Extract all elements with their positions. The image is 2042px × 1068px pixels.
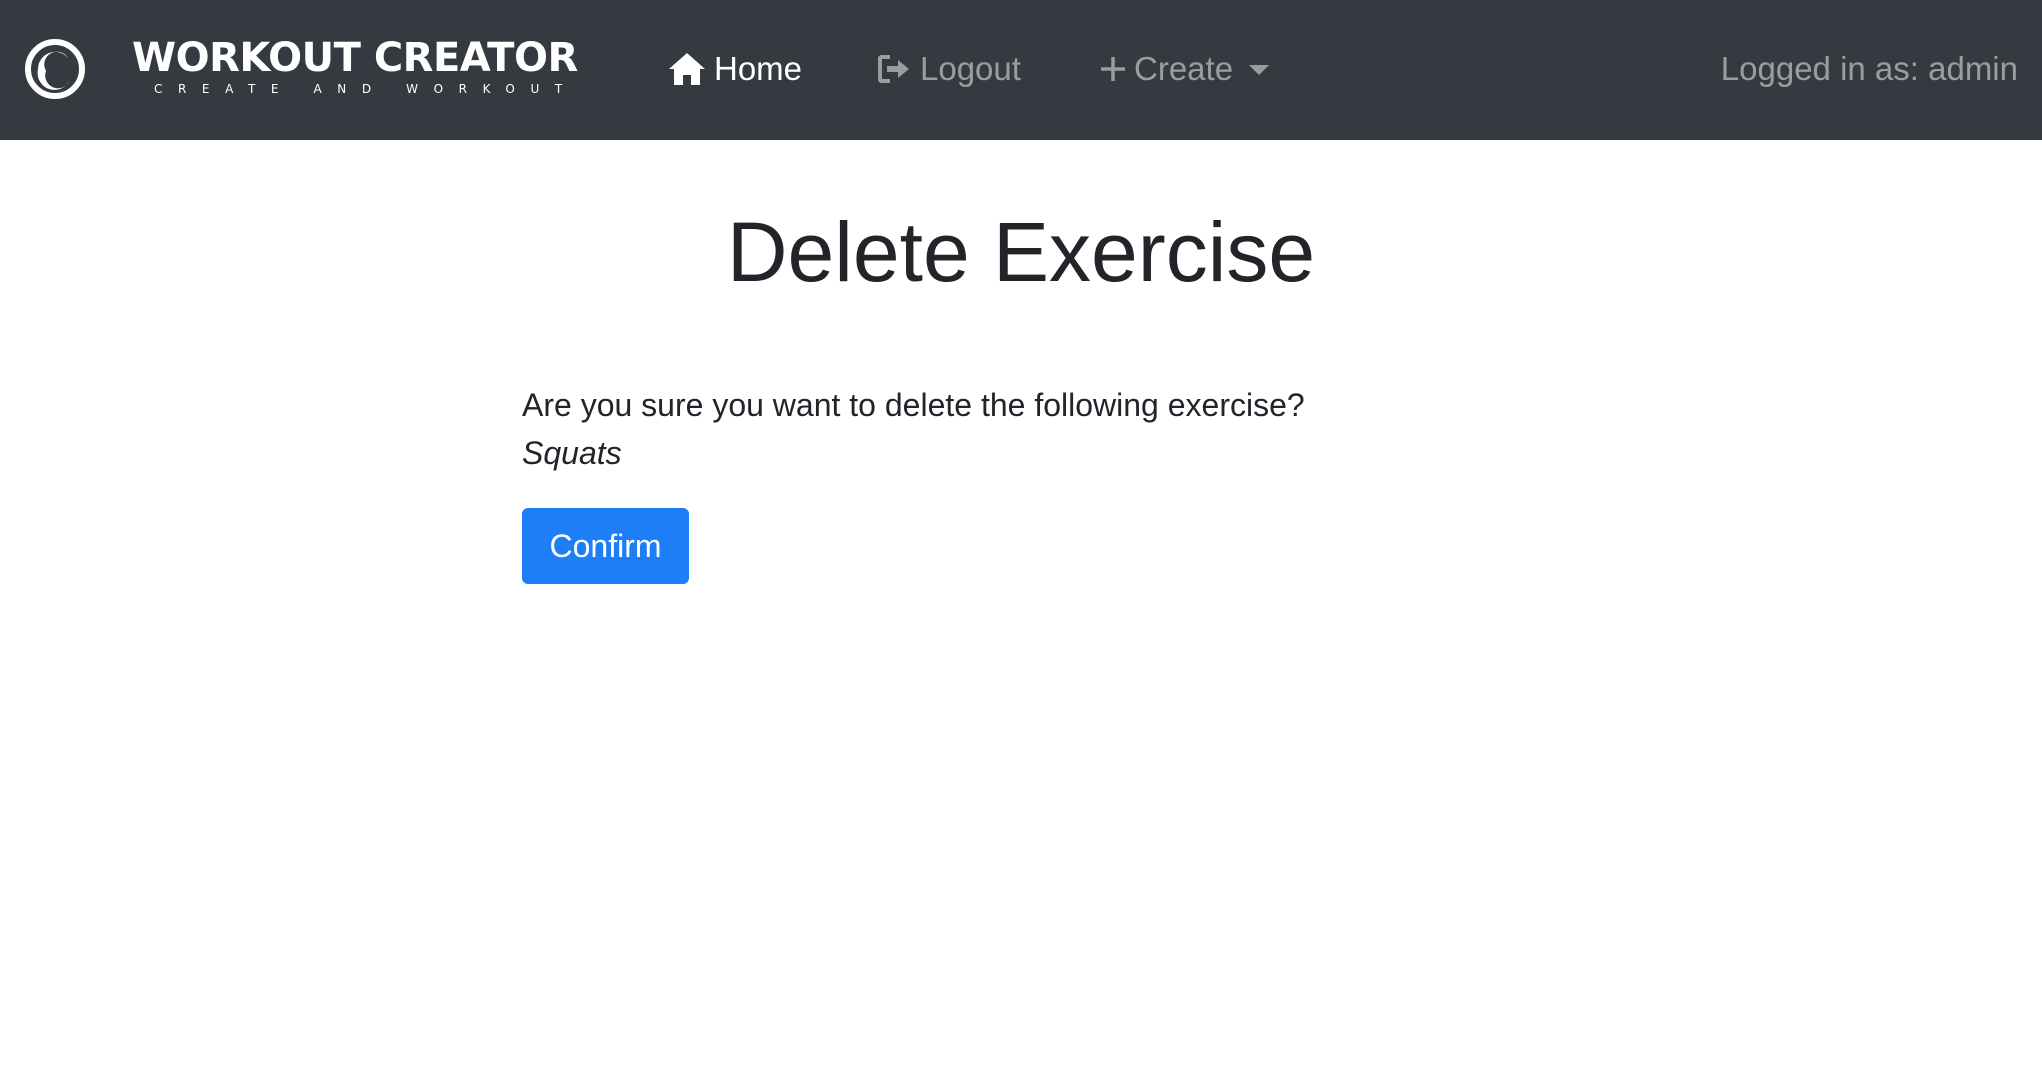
exercise-name: Squats (522, 435, 622, 471)
plus-icon (1101, 57, 1125, 81)
page-title: Delete Exercise (726, 205, 1316, 299)
caret-down-icon (1249, 65, 1270, 75)
brand-title[interactable]: WORKOUT CREATOR (132, 34, 578, 82)
nav-logout-label: Logout (920, 50, 1021, 87)
brand-tagline: CREATE AND WORKOUT (154, 82, 578, 96)
nav-logout-link[interactable]: Logout (878, 44, 1021, 94)
delete-confirmation-prompt: Are you sure you want to delete the foll… (522, 387, 1305, 423)
logged-in-status: Logged in as: admin (1720, 50, 2018, 87)
nav-home-link[interactable]: Home (668, 44, 802, 94)
swirl-logo-icon[interactable] (24, 38, 86, 100)
sign-out-icon (878, 55, 909, 83)
top-navbar: WORKOUT CREATOR CREATE AND WORKOUT Home … (0, 0, 2042, 140)
home-icon (669, 53, 705, 85)
nav-create-dropdown[interactable]: Create (1100, 44, 1270, 94)
nav-create-label: Create (1134, 50, 1234, 87)
nav-home-label: Home (714, 50, 803, 87)
confirm-button[interactable]: Confirm (522, 508, 689, 584)
